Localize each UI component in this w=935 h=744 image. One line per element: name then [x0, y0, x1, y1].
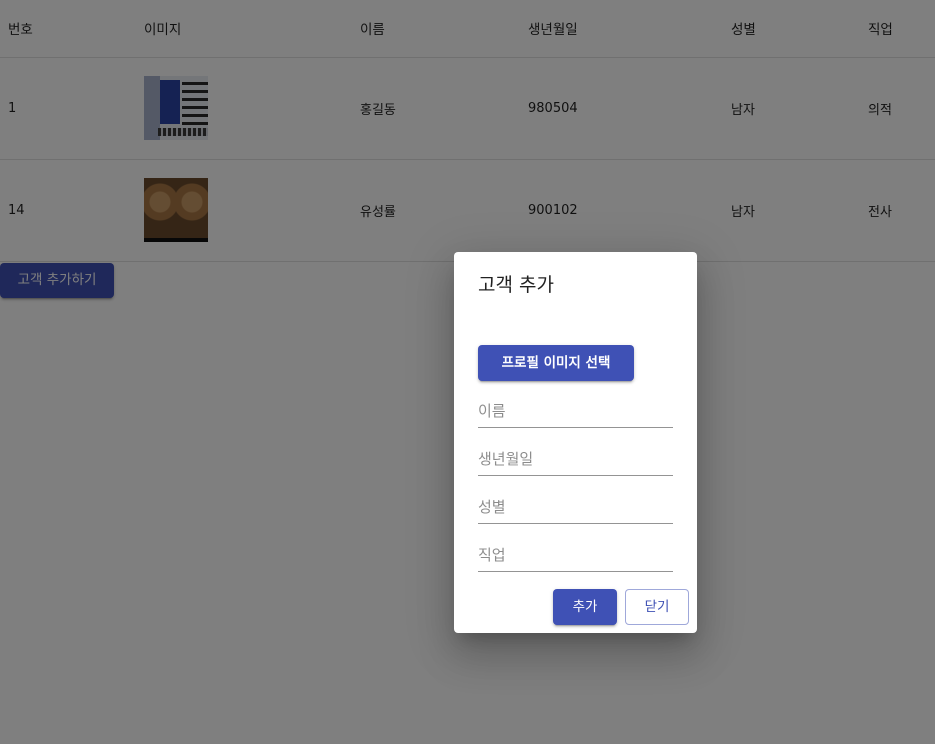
name-field — [478, 394, 673, 428]
dialog-title: 고객 추가 — [478, 274, 554, 296]
select-profile-image-button[interactable]: 프로필 이미지 선택 — [478, 345, 634, 381]
job-input[interactable] — [478, 538, 673, 571]
submit-button[interactable]: 추가 — [553, 589, 617, 625]
add-customer-dialog: 고객 추가 프로필 이미지 선택 추가 닫기 — [454, 252, 697, 633]
birthday-input[interactable] — [478, 442, 673, 475]
gender-input[interactable] — [478, 490, 673, 523]
job-field — [478, 538, 673, 572]
close-button[interactable]: 닫기 — [625, 589, 689, 625]
birthday-field — [478, 442, 673, 476]
gender-field — [478, 490, 673, 524]
name-input[interactable] — [478, 394, 673, 427]
